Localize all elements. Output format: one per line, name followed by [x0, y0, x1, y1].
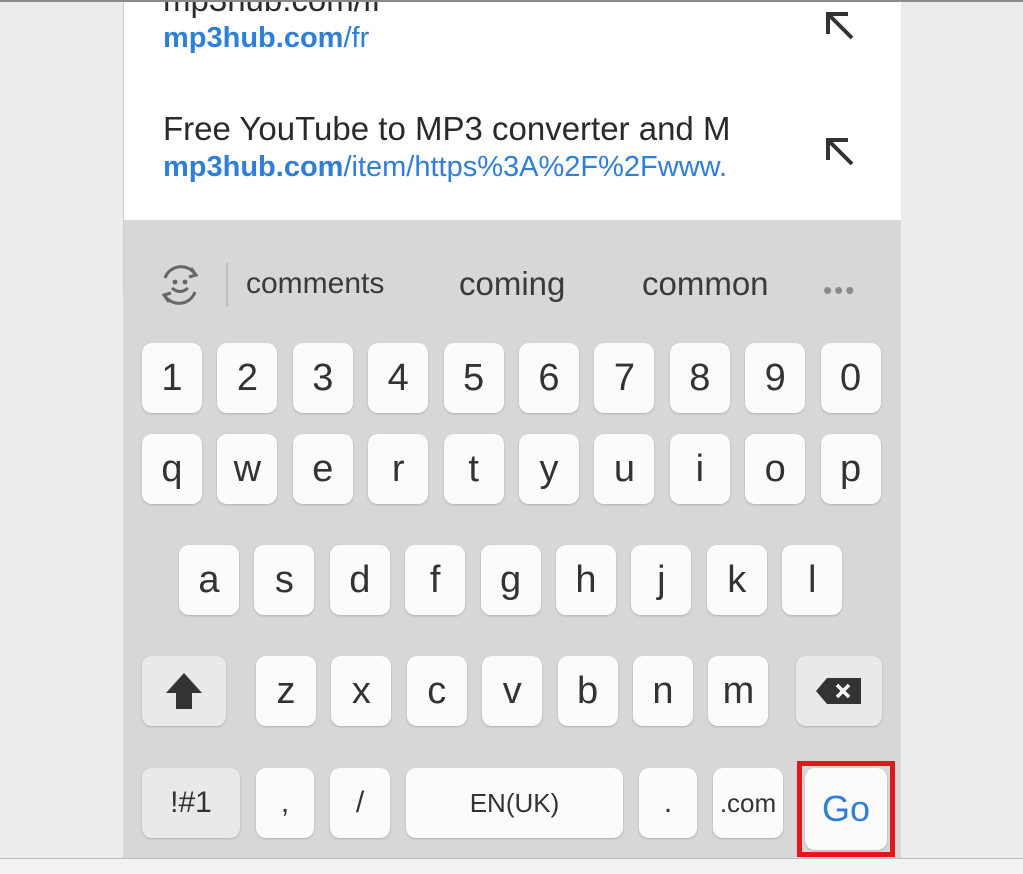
key-number-8[interactable]: 9: [745, 343, 806, 413]
key-number-9[interactable]: 0: [820, 343, 881, 413]
key-number-3[interactable]: 4: [368, 343, 429, 413]
space-key[interactable]: EN(UK): [406, 768, 623, 838]
key-letter-2[interactable]: e: [292, 434, 353, 504]
key-letter-home-3[interactable]: f: [405, 545, 466, 615]
shift-key[interactable]: [142, 656, 226, 726]
suggestion-title: mp3hub.com/fr: [163, 2, 803, 20]
slash-key[interactable]: /: [330, 768, 390, 838]
suggestion-url: mp3hub.com/fr: [163, 22, 370, 54]
key-letter-bottom-5[interactable]: n: [633, 656, 693, 726]
url-suggestion-list: mp3hub.com/fr mp3hub.com/fr Free YouTube…: [123, 2, 901, 292]
backspace-icon: [816, 678, 861, 704]
key-number-2[interactable]: 3: [292, 343, 353, 413]
key-number-7[interactable]: 8: [669, 343, 730, 413]
key-letter-home-7[interactable]: k: [706, 545, 767, 615]
suggestion-item[interactable]: Free YouTube to MP3 converter and M mp3h…: [163, 109, 803, 185]
key-letter-9[interactable]: p: [820, 434, 881, 504]
key-number-1[interactable]: 2: [217, 343, 278, 413]
key-letter-0[interactable]: q: [142, 434, 202, 504]
symbols-key[interactable]: !#1: [142, 768, 240, 838]
key-number-6[interactable]: 7: [594, 343, 655, 413]
emoji-sync-icon[interactable]: [155, 260, 205, 310]
key-letter-8[interactable]: o: [745, 434, 806, 504]
key-letter-7[interactable]: i: [669, 434, 730, 504]
key-letter-home-1[interactable]: s: [254, 545, 315, 615]
key-letter-5[interactable]: y: [519, 434, 579, 504]
key-letter-home-8[interactable]: l: [782, 545, 843, 615]
phone-screen: mp3hub.com/fr mp3hub.com/fr Free YouTube…: [123, 2, 901, 858]
key-letter-home-4[interactable]: g: [480, 545, 541, 615]
suggestion-title: Free YouTube to MP3 converter and M: [163, 110, 731, 147]
backspace-key[interactable]: [796, 656, 882, 726]
key-letter-bottom-2[interactable]: c: [406, 656, 467, 726]
dotcom-key[interactable]: .com: [713, 768, 783, 838]
comma-key[interactable]: ,: [256, 768, 314, 838]
suggestion-url: mp3hub.com/item/https%3A%2F%2Fwww.: [163, 151, 728, 183]
key-letter-bottom-6[interactable]: m: [708, 656, 769, 726]
key-letter-bottom-1[interactable]: x: [331, 656, 392, 726]
insert-suggestion-arrow-icon[interactable]: [820, 6, 860, 46]
key-letter-bottom-3[interactable]: v: [482, 656, 543, 726]
key-letter-home-5[interactable]: h: [556, 545, 616, 615]
prediction-bar: comments coming common •••: [123, 220, 901, 338]
period-key[interactable]: .: [639, 768, 697, 838]
key-letter-1[interactable]: w: [217, 434, 278, 504]
key-letter-home-6[interactable]: j: [631, 545, 692, 615]
more-options-icon[interactable]: •••: [823, 275, 856, 306]
window-bottom-bar: [0, 858, 1023, 874]
prediction-divider: [226, 263, 228, 307]
key-letter-4[interactable]: t: [443, 434, 504, 504]
key-letter-3[interactable]: r: [368, 434, 429, 504]
key-letter-6[interactable]: u: [594, 434, 655, 504]
key-letter-bottom-0[interactable]: z: [256, 656, 316, 726]
insert-suggestion-arrow-icon[interactable]: [820, 132, 860, 172]
key-number-5[interactable]: 6: [519, 343, 579, 413]
key-letter-bottom-4[interactable]: b: [557, 656, 618, 726]
prediction-word-3[interactable]: common: [642, 264, 769, 304]
key-letter-home-0[interactable]: a: [179, 545, 239, 615]
shift-arrow-icon: [166, 673, 202, 709]
suggestion-item[interactable]: mp3hub.com/fr mp3hub.com/fr: [163, 2, 803, 56]
key-number-4[interactable]: 5: [443, 343, 504, 413]
key-number-0[interactable]: 1: [142, 343, 202, 413]
go-key[interactable]: Go: [805, 768, 887, 850]
prediction-word-1[interactable]: comments: [246, 264, 384, 304]
key-letter-home-2[interactable]: d: [329, 545, 390, 615]
prediction-word-2[interactable]: coming: [459, 264, 565, 304]
